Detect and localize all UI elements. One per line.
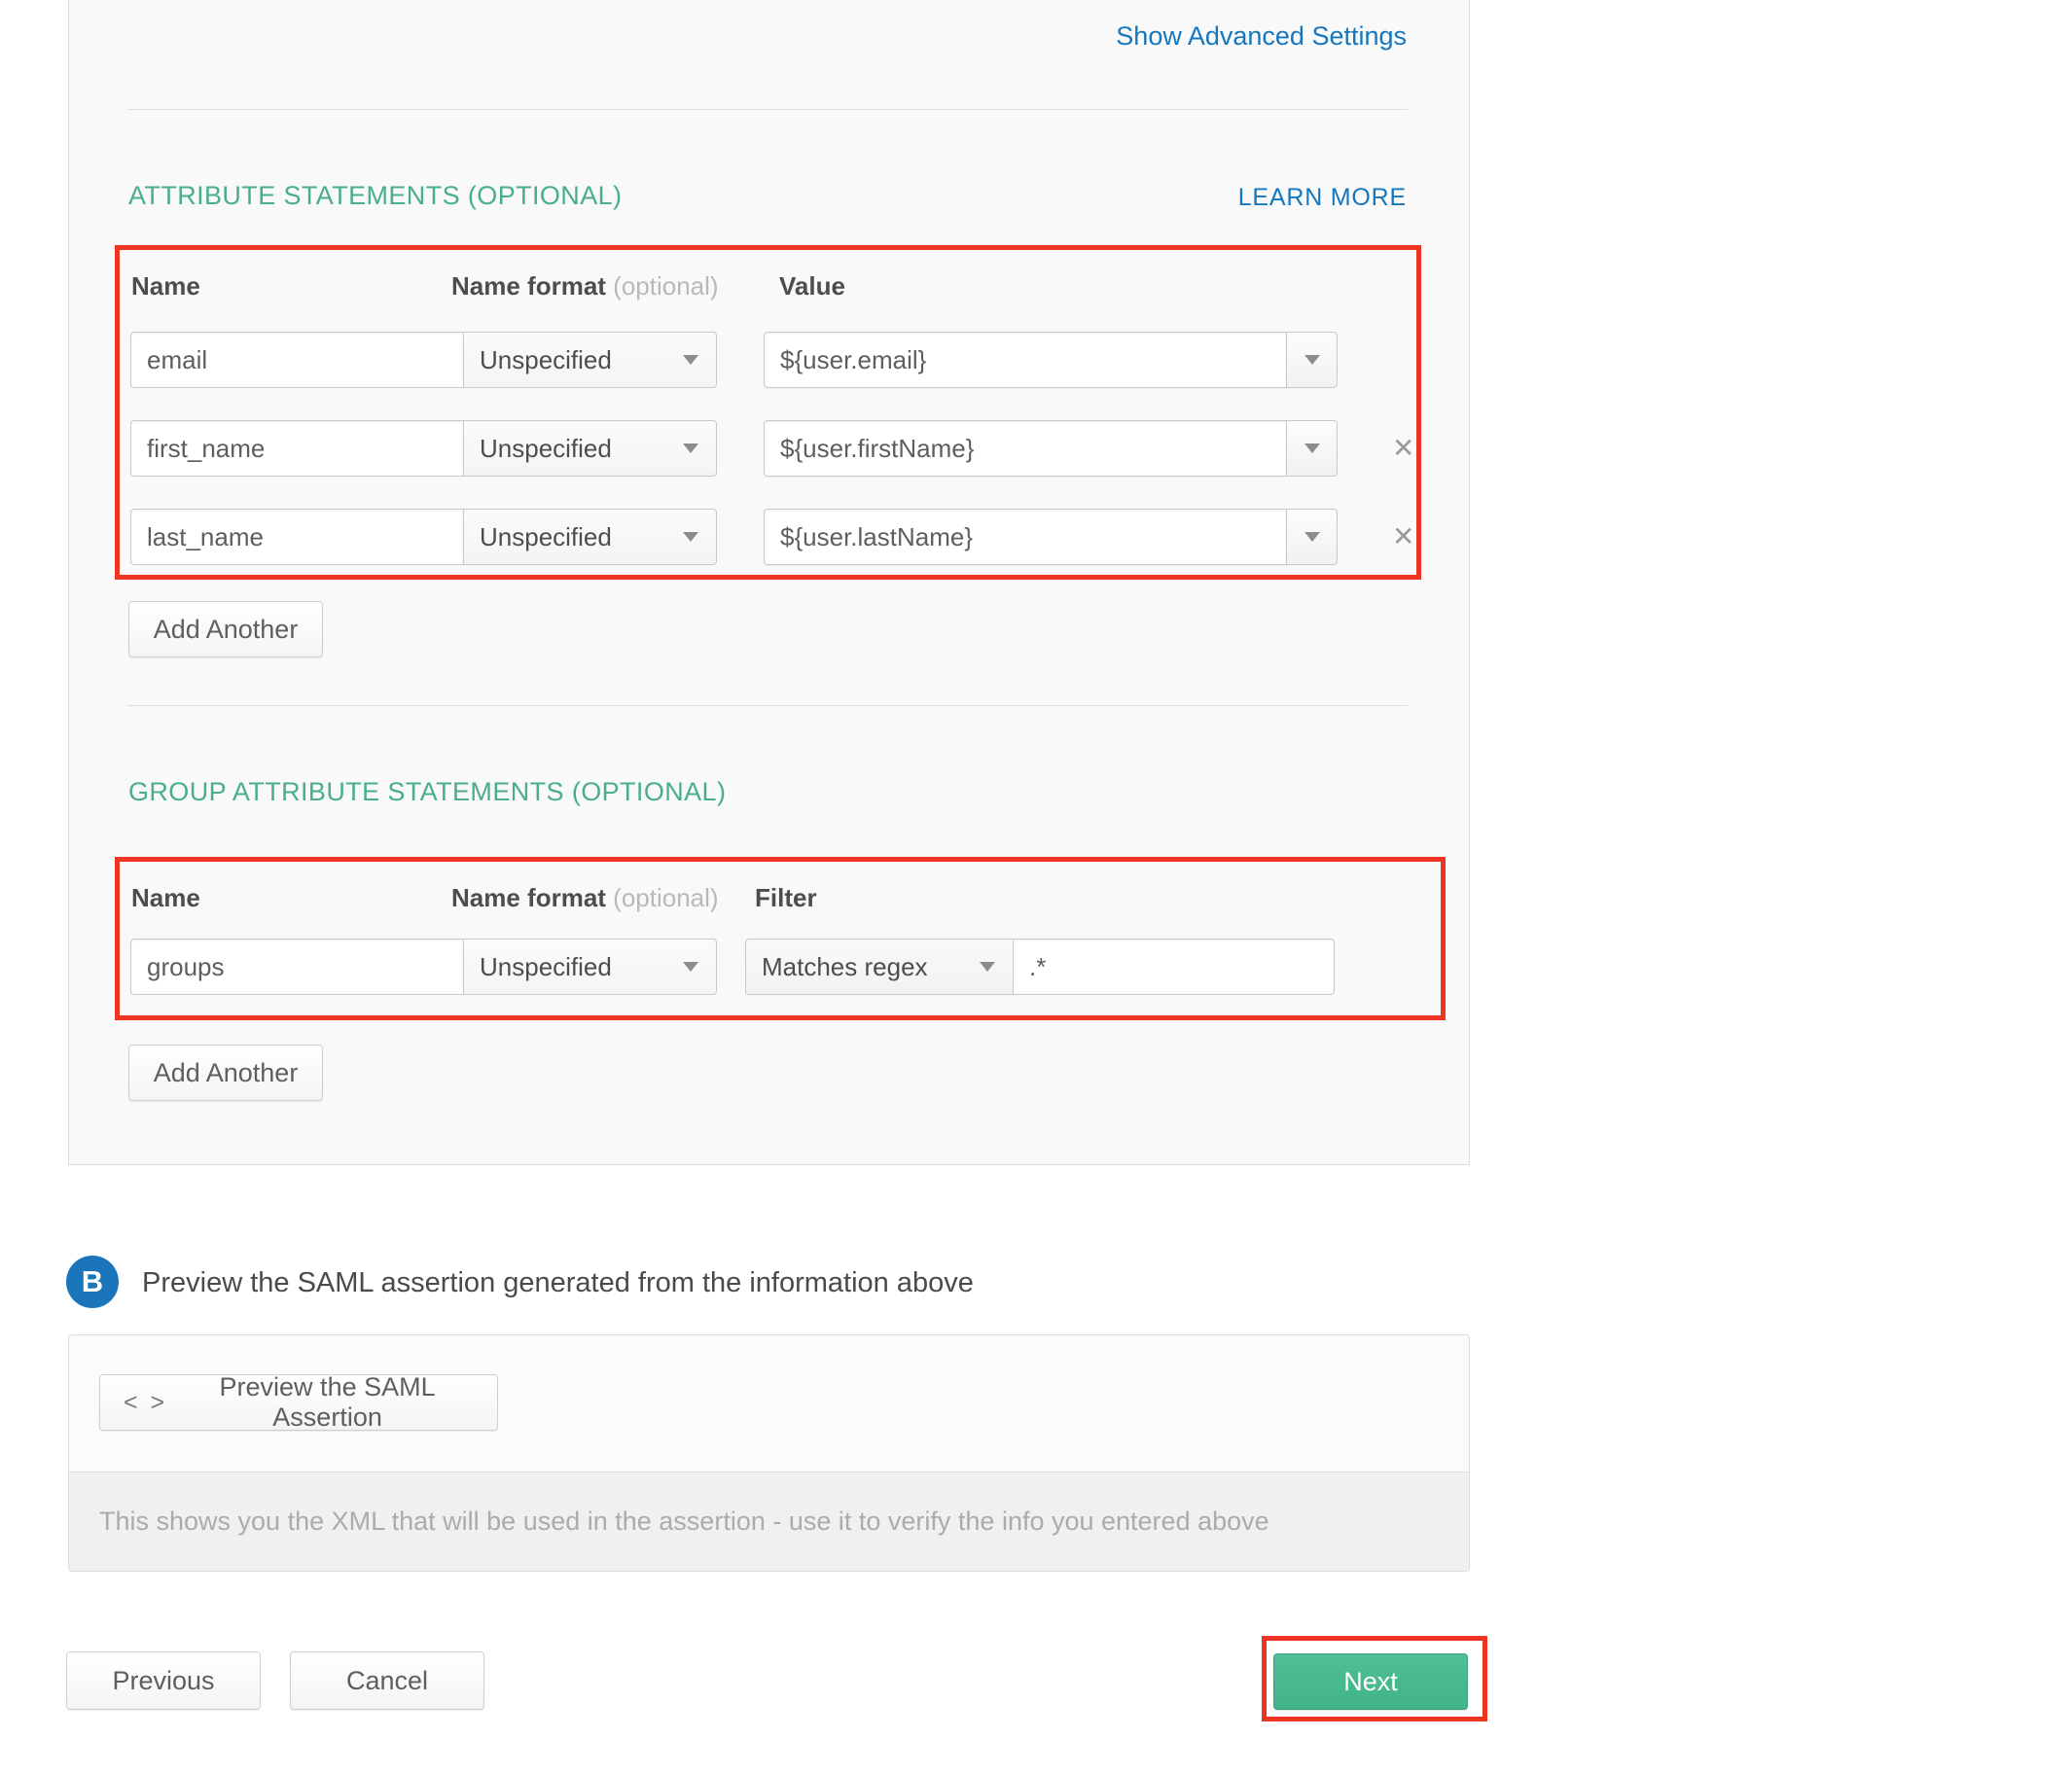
value-dropdown-button[interactable] [1286,332,1338,388]
attribute-statements-heading: ATTRIBUTE STATEMENTS (OPTIONAL) [128,181,622,211]
preview-button-label: Preview the SAML Assertion [181,1372,474,1433]
attribute-value-input[interactable] [764,509,1287,565]
filter-type-select[interactable]: Matches regex [745,939,1014,995]
add-another-group-attribute-button[interactable]: Add Another [128,1045,323,1101]
previous-button[interactable]: Previous [66,1651,261,1710]
add-another-attribute-button[interactable]: Add Another [128,601,323,657]
divider [127,705,1408,706]
filter-type-selected-value: Matches regex [762,952,928,982]
column-header-name-format: Name format (optional) [451,883,719,913]
chevron-down-icon [1304,444,1320,453]
next-button[interactable]: Next [1273,1653,1468,1710]
chevron-down-icon [683,962,698,972]
filter-value-input[interactable] [1013,939,1335,995]
name-format-selected-value: Unspecified [480,434,612,464]
attribute-statements-highlight-box: Name Name format (optional) Value Unspec… [115,245,1421,580]
column-header-name: Name [131,883,200,913]
value-dropdown-button[interactable] [1286,509,1338,565]
value-combo [764,509,1338,565]
remove-row-icon[interactable]: ✕ [1392,420,1414,477]
attribute-row: Unspecified [130,332,1338,388]
saml-settings-panel: Show Advanced Settings ATTRIBUTE STATEME… [68,0,1470,1165]
column-header-name: Name [131,271,200,302]
attribute-name-input[interactable] [130,509,464,565]
group-attribute-row: Unspecified Matches regex [130,939,1335,995]
preview-assertion-panel: < > Preview the SAML Assertion This show… [68,1334,1470,1572]
attribute-value-input[interactable] [764,332,1287,388]
saml-configuration-page: Show Advanced Settings ATTRIBUTE STATEME… [0,0,2072,1774]
attribute-name-input[interactable] [130,420,464,477]
preview-hint-text: This shows you the XML that will be used… [99,1507,1269,1537]
group-attribute-statements-heading: GROUP ATTRIBUTE STATEMENTS (OPTIONAL) [128,777,726,807]
chevron-down-icon [980,962,995,972]
value-combo [764,420,1338,477]
value-dropdown-button[interactable] [1286,420,1338,477]
column-header-name-format: Name format (optional) [451,271,719,302]
cancel-button[interactable]: Cancel [290,1651,484,1710]
preview-hint-footer: This shows you the XML that will be used… [69,1472,1469,1571]
attribute-value-input[interactable] [764,420,1287,477]
learn-more-link[interactable]: LEARN MORE [1238,184,1407,212]
divider [127,109,1408,110]
column-header-value: Value [779,271,845,302]
next-button-highlight-box: Next [1262,1636,1487,1721]
group-name-input[interactable] [130,939,464,995]
attribute-row: Unspecified ✕ [130,420,1414,477]
chevron-down-icon [683,355,698,365]
chevron-down-icon [1304,355,1320,365]
name-format-selected-value: Unspecified [480,345,612,375]
remove-row-icon[interactable]: ✕ [1392,509,1414,565]
name-format-select[interactable]: Unspecified [463,332,717,388]
step-b-badge: B [66,1256,119,1308]
group-attribute-statements-highlight-box: Name Name format (optional) Filter Unspe… [115,857,1446,1020]
show-advanced-settings-link[interactable]: Show Advanced Settings [1116,21,1407,52]
name-format-select[interactable]: Unspecified [463,939,717,995]
preview-section-heading: Preview the SAML assertion generated fro… [142,1267,974,1299]
chevron-down-icon [1304,532,1320,542]
optional-label: (optional) [613,883,718,912]
chevron-down-icon [683,444,698,453]
name-format-selected-value: Unspecified [480,952,612,982]
value-combo [764,332,1338,388]
name-format-select[interactable]: Unspecified [463,509,717,565]
attribute-row: Unspecified ✕ [130,509,1414,565]
optional-label: (optional) [613,271,718,301]
attribute-name-input[interactable] [130,332,464,388]
name-format-select[interactable]: Unspecified [463,420,717,477]
name-format-selected-value: Unspecified [480,522,612,552]
column-header-filter: Filter [755,883,817,913]
preview-saml-assertion-button[interactable]: < > Preview the SAML Assertion [99,1374,498,1431]
chevron-down-icon [683,532,698,542]
code-icon: < > [124,1389,167,1417]
